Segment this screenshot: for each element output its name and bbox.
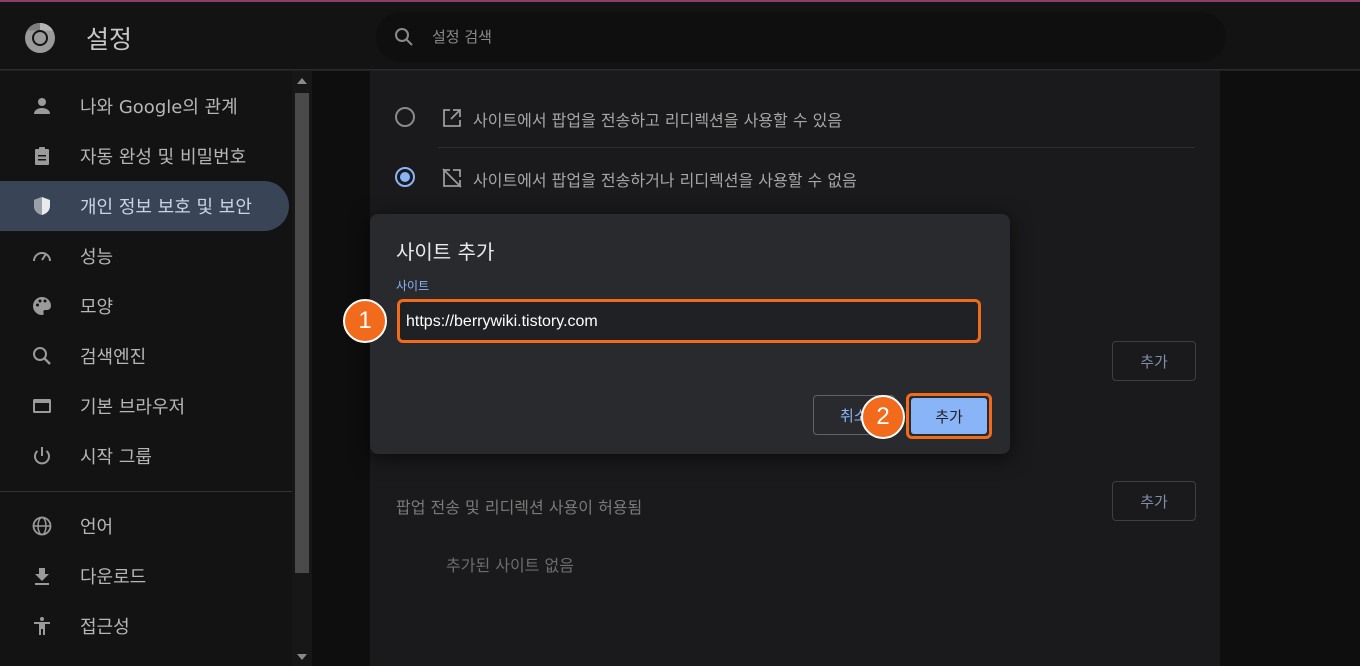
sidebar-item-label: 성능 [80, 247, 114, 268]
scroll-down-arrow-icon[interactable] [297, 654, 307, 660]
search-icon [33, 347, 51, 365]
settings-search[interactable] [376, 12, 1226, 62]
speedometer-icon [33, 252, 51, 262]
site-input-highlight [397, 299, 981, 343]
chrome-logo-icon [25, 22, 55, 53]
step-marker-1: 1 [343, 299, 387, 343]
sidebar-item-label: 시작 그룹 [80, 447, 152, 468]
step-marker-2: 2 [861, 395, 905, 439]
sidebar-item-label: 검색엔진 [80, 347, 147, 368]
sidebar-item-label: 접근성 [80, 617, 130, 638]
popup-allow-option[interactable]: 사이트에서 팝업을 전송하고 리디렉션을 사용할 수 있음 [395, 97, 1195, 137]
radio-allow[interactable] [395, 107, 415, 127]
sidebar-item-privacy[interactable]: 개인 정보 보호 및 보안 [0, 181, 289, 231]
sidebar-divider [0, 491, 292, 492]
allowed-section-label: 팝업 전송 및 리디렉션 사용이 허용됨 [396, 498, 643, 517]
add-site-dialog: 사이트 추가 사이트 취소 추가 [370, 214, 1010, 454]
download-icon [35, 568, 49, 585]
add-button-highlight: 추가 [906, 393, 992, 439]
sidebar-item-label: 자동 완성 및 비밀번호 [80, 147, 247, 168]
shield-icon [34, 197, 50, 215]
accessibility-icon [34, 617, 50, 635]
option-separator [438, 147, 1195, 148]
sidebar-item-label: 모양 [80, 297, 114, 318]
sidebar-item-autofill[interactable]: 자동 완성 및 비밀번호 [0, 131, 289, 181]
add-allowed-site-button[interactable]: 추가 [1112, 481, 1196, 521]
app-title: 설정 [86, 25, 133, 54]
sidebar: 나와 Google의 관계 자동 완성 및 비밀번호 개인 정보 보호 및 보안… [0, 71, 292, 666]
sidebar-item-you-and-google[interactable]: 나와 Google의 관계 [0, 81, 289, 131]
scrollbar-thumb[interactable] [295, 93, 309, 573]
sidebar-scrollbar[interactable] [292, 71, 312, 666]
site-field-label: 사이트 [396, 279, 430, 293]
add-blocked-site-button[interactable]: 추가 [1112, 341, 1196, 381]
site-input[interactable] [406, 310, 966, 334]
option-block-label: 사이트에서 팝업을 전송하거나 리디렉션을 사용할 수 없음 [473, 171, 857, 190]
clipboard-icon [35, 147, 49, 165]
search-icon [395, 28, 413, 46]
add-button[interactable]: 추가 [911, 398, 987, 434]
no-sites-label: 추가된 사이트 없음 [446, 556, 574, 575]
sidebar-item-label: 개인 정보 보호 및 보안 [80, 197, 252, 218]
sidebar-item-performance[interactable]: 성능 [0, 231, 289, 281]
radio-block[interactable] [395, 167, 415, 187]
sidebar-item-label: 다운로드 [80, 567, 147, 588]
scroll-up-arrow-icon[interactable] [297, 78, 307, 84]
sidebar-item-appearance[interactable]: 모양 [0, 281, 289, 331]
palette-icon [33, 297, 51, 315]
search-input[interactable] [432, 24, 1032, 50]
sidebar-item-default-browser[interactable]: 기본 브라우저 [0, 381, 289, 431]
power-icon [34, 447, 50, 465]
sidebar-item-languages[interactable]: 언어 [0, 501, 289, 551]
header: 설정 [0, 2, 1360, 70]
person-icon [34, 98, 50, 114]
sidebar-item-accessibility[interactable]: 접근성 [0, 601, 289, 651]
popup-blocked-icon [442, 168, 462, 188]
sidebar-item-label: 기본 브라우저 [80, 397, 186, 418]
sidebar-item-label: 나와 Google의 관계 [80, 97, 238, 118]
sidebar-item-downloads[interactable]: 다운로드 [0, 551, 289, 601]
sidebar-item-on-startup[interactable]: 시작 그룹 [0, 431, 289, 481]
dialog-title: 사이트 추가 [396, 240, 495, 264]
option-allow-label: 사이트에서 팝업을 전송하고 리디렉션을 사용할 수 있음 [473, 111, 843, 130]
globe-icon [32, 516, 52, 536]
open-in-new-icon [443, 109, 461, 127]
sidebar-item-label: 언어 [80, 517, 114, 538]
browser-icon [33, 399, 51, 413]
sidebar-item-search-engine[interactable]: 검색엔진 [0, 331, 289, 381]
popup-block-option[interactable]: 사이트에서 팝업을 전송하거나 리디렉션을 사용할 수 없음 [395, 157, 1195, 197]
